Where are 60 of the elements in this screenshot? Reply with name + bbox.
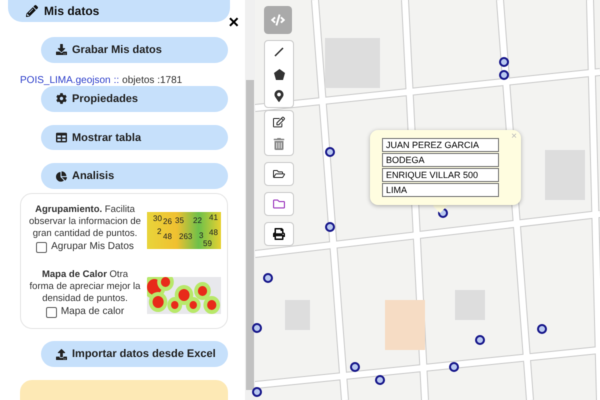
cluster-count: 48	[209, 228, 218, 238]
location-marker-icon[interactable]	[252, 387, 262, 397]
printer-icon	[273, 228, 285, 240]
cluster-count: 263	[179, 232, 192, 242]
location-marker-icon[interactable]	[325, 147, 335, 157]
cluster-count: 35	[175, 216, 184, 226]
panel-header[interactable]: Mis datos	[8, 0, 230, 22]
menu-button[interactable]: Mostrar tabla	[41, 124, 228, 150]
trash-icon	[273, 138, 285, 150]
option-checkbox[interactable]: Agrupar Mis Datos	[29, 241, 141, 254]
pentagon-icon	[274, 68, 284, 80]
location-marker-icon[interactable]	[263, 273, 273, 283]
cluster-count: 30	[153, 214, 162, 224]
location-marker-icon[interactable]	[449, 362, 459, 372]
cluster-count: 2	[157, 227, 162, 236]
upload-icon	[56, 348, 67, 360]
folder-icon	[273, 168, 285, 180]
street-map[interactable]: × JUAN PEREZ GARCIA BODEGA ENRIQUE VILLAR 500 LIMA	[255, 0, 600, 400]
file-link[interactable]: POIS_LIMA.geojson	[20, 74, 111, 86]
close-button[interactable]: ×	[228, 13, 239, 31]
attribute-field[interactable]: LIMA	[382, 183, 499, 197]
analysis-description: Mapa de Calor Otra forma de apreciar mejor la densidad de puntos.	[29, 269, 141, 306]
cluster-count: 41	[209, 213, 218, 222]
code-toggle-button[interactable]	[264, 6, 292, 34]
object-count: objetos :1781	[122, 74, 182, 86]
line-icon	[274, 47, 284, 57]
cluster-count: 59	[203, 239, 212, 248]
attribute-field[interactable]: JUAN PEREZ GARCIA	[382, 138, 499, 152]
cluster-count: 26	[163, 217, 172, 226]
code-icon	[271, 13, 285, 27]
save-data-button[interactable]: Grabar Mis datos	[41, 36, 228, 63]
scrollbar-thumb[interactable]	[246, 80, 254, 390]
gear-icon	[56, 93, 67, 104]
edit-icon	[273, 116, 285, 128]
folder-icon	[273, 198, 285, 210]
location-marker-icon[interactable]	[499, 70, 509, 80]
cluster-count: 3	[199, 231, 204, 240]
map-pin-icon	[273, 90, 285, 102]
analysis-description: Agrupamiento. Facilita observar la informacion de gran cantidad de puntos.	[29, 204, 141, 240]
option-checkbox[interactable]: Mapa de calor	[29, 306, 141, 318]
pie-chart-icon	[56, 170, 67, 182]
menu-button[interactable]: Analisis	[41, 163, 228, 190]
location-marker-icon[interactable]	[537, 324, 547, 334]
import-button[interactable]: Importar datos desde Excel	[41, 341, 228, 368]
menu-button[interactable]: Propiedades	[41, 86, 228, 112]
pencil-icon	[26, 4, 38, 17]
separator: ::	[114, 74, 120, 86]
location-marker-icon[interactable]	[325, 222, 335, 232]
download-icon	[56, 44, 67, 56]
attribute-field[interactable]: BODEGA	[382, 153, 499, 167]
table-icon	[56, 132, 67, 143]
header-title: Mis datos	[44, 4, 100, 18]
location-marker-icon[interactable]	[252, 323, 262, 333]
attribute-field[interactable]: ENRIQUE VILLAR 500	[382, 168, 499, 182]
location-marker-icon[interactable]	[499, 57, 509, 67]
location-marker-icon[interactable]	[375, 375, 385, 385]
location-marker-icon[interactable]	[475, 335, 485, 345]
cluster-count: 22	[193, 216, 202, 226]
location-marker-icon[interactable]	[350, 362, 360, 372]
cluster-count: 48	[163, 232, 172, 242]
